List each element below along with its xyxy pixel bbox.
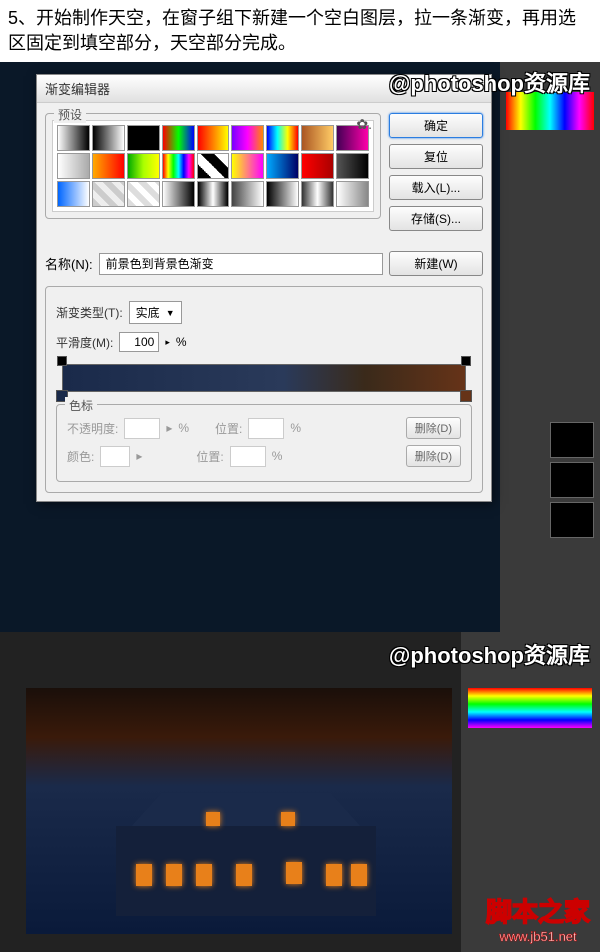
load-button[interactable]: 载入(L)...	[389, 175, 483, 200]
opacity-field-label: 不透明度:	[67, 420, 118, 437]
canvas-preview	[26, 688, 452, 934]
preset-swatch[interactable]	[127, 125, 160, 151]
preset-swatch[interactable]	[336, 181, 369, 207]
gradient-settings: 渐变类型(T): 实底 ▼ 平滑度(M): ▸ % 色标	[45, 286, 483, 493]
preset-swatch[interactable]	[57, 181, 90, 207]
opacity-stop-left[interactable]	[57, 356, 67, 366]
gradient-bar[interactable]	[62, 364, 466, 392]
preset-swatch[interactable]	[162, 181, 195, 207]
preset-swatch[interactable]	[301, 181, 334, 207]
preset-swatch[interactable]	[266, 153, 299, 179]
preset-grid	[52, 120, 374, 212]
percent: %	[272, 449, 283, 463]
color-swatch-input	[100, 446, 130, 467]
chevron-down-icon: ▼	[166, 308, 175, 318]
preset-swatch[interactable]	[57, 125, 90, 151]
brand-url: www.jb51.net	[486, 929, 590, 944]
preset-swatch[interactable]	[197, 125, 230, 151]
color-position-input	[230, 446, 266, 467]
upper-screenshot: @photoshop资源库 渐变编辑器 预设 ✿. 确定 复位 载入(L)...…	[0, 62, 600, 632]
preset-swatch[interactable]	[92, 181, 125, 207]
delete-opacity-stop-button: 删除(D)	[406, 417, 461, 439]
opacity-stop-right[interactable]	[461, 356, 471, 366]
preset-swatch[interactable]	[266, 125, 299, 151]
new-button[interactable]: 新建(W)	[389, 251, 483, 276]
preset-swatch[interactable]	[301, 153, 334, 179]
gradient-preview	[62, 364, 466, 392]
preset-swatch[interactable]	[266, 181, 299, 207]
position-label: 位置:	[215, 420, 242, 437]
preset-swatch[interactable]	[197, 181, 230, 207]
color-field-label: 颜色:	[67, 448, 94, 465]
opacity-input	[124, 418, 160, 439]
watermark: @photoshop资源库	[389, 638, 590, 670]
site-brand: 脚本之家 www.jb51.net	[486, 892, 590, 944]
lower-screenshot: @photoshop资源库 脚本之家 www.jb51.net	[0, 632, 600, 952]
presets-label: 预设	[54, 106, 86, 123]
cancel-button[interactable]: 复位	[389, 144, 483, 169]
color-stop-right[interactable]	[460, 390, 472, 402]
gradient-editor-dialog: 渐变编辑器 预设 ✿. 确定 复位 载入(L)... 存储(S)... 名称(N…	[36, 74, 492, 502]
layer-thumb	[550, 462, 594, 498]
brand-name: 脚本之家	[486, 892, 590, 929]
ps-right-panel	[500, 62, 600, 632]
color-stops-label: 色标	[65, 397, 97, 414]
preset-swatch[interactable]	[162, 125, 195, 151]
gear-icon[interactable]: ✿.	[356, 116, 372, 133]
ok-button[interactable]: 确定	[389, 113, 483, 138]
preset-swatch[interactable]	[301, 125, 334, 151]
instruction-text: 5、开始制作天空，在窗子组下新建一个空白图层，拉一条渐变，再用选区固定到填空部分…	[0, 0, 600, 62]
opacity-position-input	[248, 418, 284, 439]
stepper-icon[interactable]: ▸	[165, 337, 170, 348]
preset-swatch[interactable]	[231, 125, 264, 151]
preset-swatch[interactable]	[197, 153, 230, 179]
preset-swatch[interactable]	[336, 153, 369, 179]
watermark: @photoshop资源库	[389, 66, 590, 98]
spectrum-swatch	[468, 688, 592, 728]
gradient-type-select[interactable]: 实底 ▼	[129, 301, 182, 324]
percent: %	[290, 421, 301, 435]
house-illustration	[86, 774, 396, 924]
color-stops-frame: 色标 不透明度: ▸ % 位置: % 删除(D) 颜色: ▸ 位置:	[56, 404, 472, 482]
preset-swatch[interactable]	[127, 153, 160, 179]
name-label: 名称(N):	[45, 254, 93, 273]
percent: %	[178, 421, 189, 435]
delete-color-stop-button: 删除(D)	[406, 445, 461, 467]
gradient-type-value: 实底	[136, 304, 160, 321]
layer-thumb	[550, 502, 594, 538]
preset-swatch[interactable]	[92, 153, 125, 179]
layer-thumb	[550, 422, 594, 458]
preset-swatch[interactable]	[231, 153, 264, 179]
preset-swatch[interactable]	[92, 125, 125, 151]
preset-swatch[interactable]	[231, 181, 264, 207]
name-input[interactable]	[99, 253, 383, 275]
preset-swatch[interactable]	[57, 153, 90, 179]
preset-swatch[interactable]	[162, 153, 195, 179]
position-label: 位置:	[196, 448, 223, 465]
presets-frame: 预设 ✿.	[45, 113, 381, 219]
percent-label: %	[176, 335, 187, 349]
gradient-type-label: 渐变类型(T):	[56, 304, 123, 321]
save-button[interactable]: 存储(S)...	[389, 206, 483, 231]
smoothness-label: 平滑度(M):	[56, 334, 113, 351]
smoothness-input[interactable]	[119, 332, 159, 352]
preset-swatch[interactable]	[127, 181, 160, 207]
